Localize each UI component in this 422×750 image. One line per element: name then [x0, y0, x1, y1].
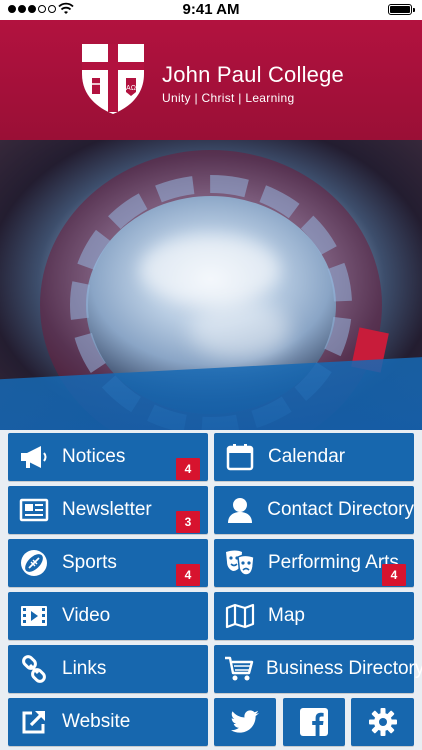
website-label: Website	[62, 711, 131, 732]
business-directory-tile[interactable]: Business Directory	[214, 645, 422, 693]
status-bar: 9:41 AM	[0, 0, 422, 20]
website-tile[interactable]: Website	[8, 698, 208, 746]
contact-directory-label: Contact Directory	[267, 499, 414, 520]
school-motto: Unity | Christ | Learning	[162, 91, 295, 105]
contact-directory-tile[interactable]: Contact Directory	[214, 486, 414, 534]
links-label: Links	[62, 658, 107, 679]
performing-arts-label: Performing Arts	[268, 552, 399, 573]
notices-badge: 4	[176, 458, 200, 480]
facebook-icon	[298, 706, 330, 738]
person-icon	[224, 494, 255, 526]
newsletter-badge: 3	[176, 511, 200, 533]
theatre-masks-icon	[224, 547, 256, 579]
brand: John Paul College Unity | Christ | Learn…	[162, 62, 344, 105]
links-tile[interactable]: Links	[8, 645, 208, 693]
hero-photo	[0, 140, 422, 430]
school-name: John Paul College	[162, 62, 344, 87]
twitter-button[interactable]	[214, 698, 276, 746]
map-icon	[224, 600, 256, 632]
sports-label: Sports	[62, 552, 117, 573]
newsletter-label: Newsletter	[62, 499, 152, 520]
business-directory-label: Business Directory	[266, 658, 422, 679]
calendar-icon	[224, 441, 256, 473]
calendar-tile[interactable]: Calendar	[214, 433, 414, 481]
video-tile[interactable]: Video	[8, 592, 208, 640]
settings-button[interactable]	[351, 698, 414, 746]
svg-text:AΩ: AΩ	[126, 85, 136, 92]
notices-label: Notices	[62, 446, 126, 467]
link-icon	[18, 653, 50, 685]
football-icon	[18, 547, 50, 579]
facebook-button[interactable]	[283, 698, 345, 746]
megaphone-icon	[18, 441, 50, 473]
status-time: 9:41 AM	[182, 1, 240, 18]
cart-icon	[224, 653, 254, 685]
map-label: Map	[268, 605, 305, 626]
external-link-icon	[18, 706, 50, 738]
video-icon	[18, 600, 50, 632]
sports-badge: 4	[176, 564, 200, 586]
calendar-label: Calendar	[268, 446, 346, 467]
app-header: AΩ John Paul College Unity | Christ | Le…	[0, 20, 422, 140]
map-tile[interactable]: Map	[214, 592, 414, 640]
twitter-icon	[229, 706, 261, 738]
gear-icon	[367, 706, 399, 738]
video-label: Video	[62, 605, 111, 626]
college-crest-logo: AΩ	[82, 44, 144, 114]
battery-icon	[388, 4, 415, 15]
performing-arts-badge: 4	[382, 564, 406, 586]
newspaper-icon	[18, 494, 50, 526]
